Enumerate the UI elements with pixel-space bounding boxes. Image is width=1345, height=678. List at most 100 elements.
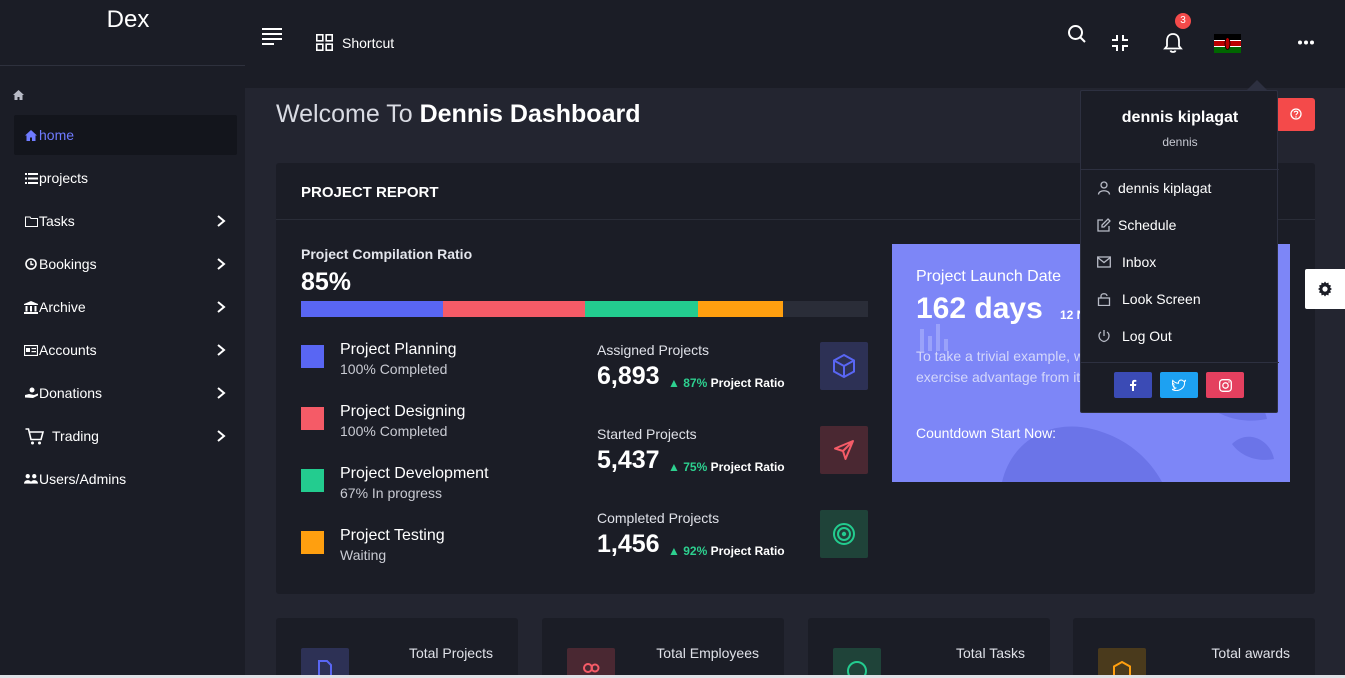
search-icon[interactable]: [1067, 24, 1087, 44]
menu-item-label: Inbox: [1122, 254, 1157, 270]
legend-name: Project Testing: [340, 527, 445, 544]
twitter-button[interactable]: [1160, 372, 1198, 398]
notification-badge: 3: [1175, 13, 1191, 29]
ratio-label: Project Compilation Ratio: [301, 246, 473, 262]
stat-icon-box: [820, 426, 868, 474]
stat-value: 5,437: [597, 446, 660, 474]
more-options-icon[interactable]: [1298, 40, 1314, 45]
stat-ratio: ▲ 92% Project Ratio: [668, 544, 785, 558]
legend-status: 67% In progress: [340, 485, 442, 501]
card-total-employees: Total Employees: [542, 618, 784, 678]
help-button[interactable]: [1276, 98, 1315, 131]
legend-status: 100% Completed: [340, 423, 448, 439]
menu-item-lock-screen[interactable]: Look Screen: [1097, 288, 1267, 310]
minimize-icon[interactable]: [1111, 34, 1129, 52]
stat-label: Assigned Projects: [597, 342, 710, 358]
bell-icon[interactable]: [1163, 32, 1183, 54]
legend-swatch: [301, 407, 324, 430]
settings-tab[interactable]: [1305, 269, 1345, 309]
legend-name: Project Planning: [340, 341, 457, 358]
card-total-tasks: Total Tasks: [808, 618, 1050, 678]
stat-icon-box: [820, 510, 868, 558]
list-icon: [24, 171, 38, 185]
sidebar-item-label: home: [39, 127, 75, 143]
instagram-button[interactable]: [1206, 372, 1244, 398]
sidebar-item-projects[interactable]: projects: [14, 158, 237, 198]
menu-item-schedule[interactable]: Schedule: [1097, 214, 1267, 236]
menu-item-label: dennis kiplagat: [1118, 180, 1212, 196]
legend-swatch: [301, 469, 324, 492]
cart-icon: [24, 427, 44, 444]
folder-icon: [24, 214, 38, 228]
menu-toggle-icon[interactable]: [262, 27, 284, 45]
legend-item: Project Planning 100% Completed: [301, 341, 561, 387]
chevron-right-icon: [217, 430, 226, 442]
legend-name: Project Development: [340, 465, 489, 482]
breadcrumb-home-icon[interactable]: [13, 90, 24, 100]
card-label: Total Employees: [656, 645, 759, 661]
sidebar-item-donations[interactable]: Donations: [14, 373, 237, 413]
stat-started-projects: Started Projects 5,437 ▲ 75% Project Rat…: [597, 426, 869, 486]
lock-icon: [1097, 293, 1111, 306]
shortcut-label: Shortcut: [342, 34, 395, 51]
legend-name: Project Designing: [340, 403, 466, 420]
edit-icon: [1097, 218, 1111, 232]
legend-status: 100% Completed: [340, 361, 448, 377]
shortcut-button[interactable]: Shortcut: [316, 34, 394, 51]
stat-ratio: ▲ 75% Project Ratio: [668, 460, 785, 474]
power-icon: [1098, 330, 1110, 343]
id-card-icon: [24, 343, 38, 357]
sidebar-item-label: Users/Admins: [39, 471, 127, 487]
card-label: Total Projects: [408, 645, 493, 661]
sidebar-item-accounts[interactable]: Accounts: [14, 330, 237, 370]
menu-item-label: Look Screen: [1122, 291, 1201, 307]
stat-value: 6,893: [597, 362, 660, 390]
hexagon-icon: [1098, 648, 1146, 678]
sidebar-item-archive[interactable]: Archive: [14, 287, 237, 327]
progress-segment: [698, 301, 783, 317]
legend-item: Project Development 67% In progress: [301, 465, 561, 511]
profile-username: dennis: [1162, 135, 1198, 149]
users-icon: [567, 648, 615, 678]
instagram-icon: [1218, 378, 1232, 392]
sidebar-item-home[interactable]: home: [14, 115, 237, 155]
sidebar-item-label: Tasks: [39, 213, 75, 229]
countdown-label: Countdown Start Now:: [916, 425, 1057, 441]
app-logo[interactable]: Dex: [0, 6, 256, 34]
launch-title: Project Launch Date: [916, 268, 1061, 285]
sidebar-item-label: Accounts: [39, 342, 97, 358]
user-icon: [1097, 181, 1111, 195]
sidebar-item-label: Trading: [52, 428, 99, 444]
legend-swatch: [301, 345, 324, 368]
card-total-awards: Total awards: [1073, 618, 1315, 678]
card-total-projects: Total Projects: [276, 618, 518, 678]
facebook-button[interactable]: [1114, 372, 1152, 398]
legend-item: Project Designing 100% Completed: [301, 403, 561, 449]
menu-item-profile[interactable]: dennis kiplagat: [1097, 177, 1267, 199]
kenya-flag-icon[interactable]: [1214, 34, 1241, 53]
chevron-right-icon: [217, 387, 226, 399]
progress-segment: [443, 301, 585, 317]
profile-name: dennis kiplagat: [1121, 109, 1239, 126]
sidebar-item-users-admins[interactable]: Users/Admins: [14, 459, 237, 499]
question-icon: [1290, 108, 1302, 120]
bank-icon: [24, 300, 38, 314]
gear-icon: [1318, 281, 1332, 297]
sidebar-item-bookings[interactable]: Bookings: [14, 244, 237, 284]
facebook-icon: [1130, 379, 1137, 391]
stat-completed-projects: Completed Projects 1,456 ▲ 92% Project R…: [597, 510, 869, 570]
file-icon: [301, 648, 349, 678]
dropdown-divider: [1081, 169, 1279, 170]
menu-item-label: Schedule: [1118, 217, 1177, 233]
stat-ratio: ▲ 87% Project Ratio: [668, 376, 785, 390]
users-icon: [24, 472, 38, 486]
stat-label: Started Projects: [597, 426, 697, 442]
dropdown-divider: [1081, 362, 1279, 363]
dropdown-arrow: [1247, 80, 1267, 90]
menu-item-inbox[interactable]: Inbox: [1097, 251, 1267, 273]
progress-segment: [301, 301, 443, 317]
sidebar-item-trading[interactable]: Trading: [14, 416, 237, 456]
sidebar-item-tasks[interactable]: Tasks: [14, 201, 237, 241]
chevron-right-icon: [217, 301, 226, 313]
menu-item-logout[interactable]: Log Out: [1097, 325, 1267, 347]
